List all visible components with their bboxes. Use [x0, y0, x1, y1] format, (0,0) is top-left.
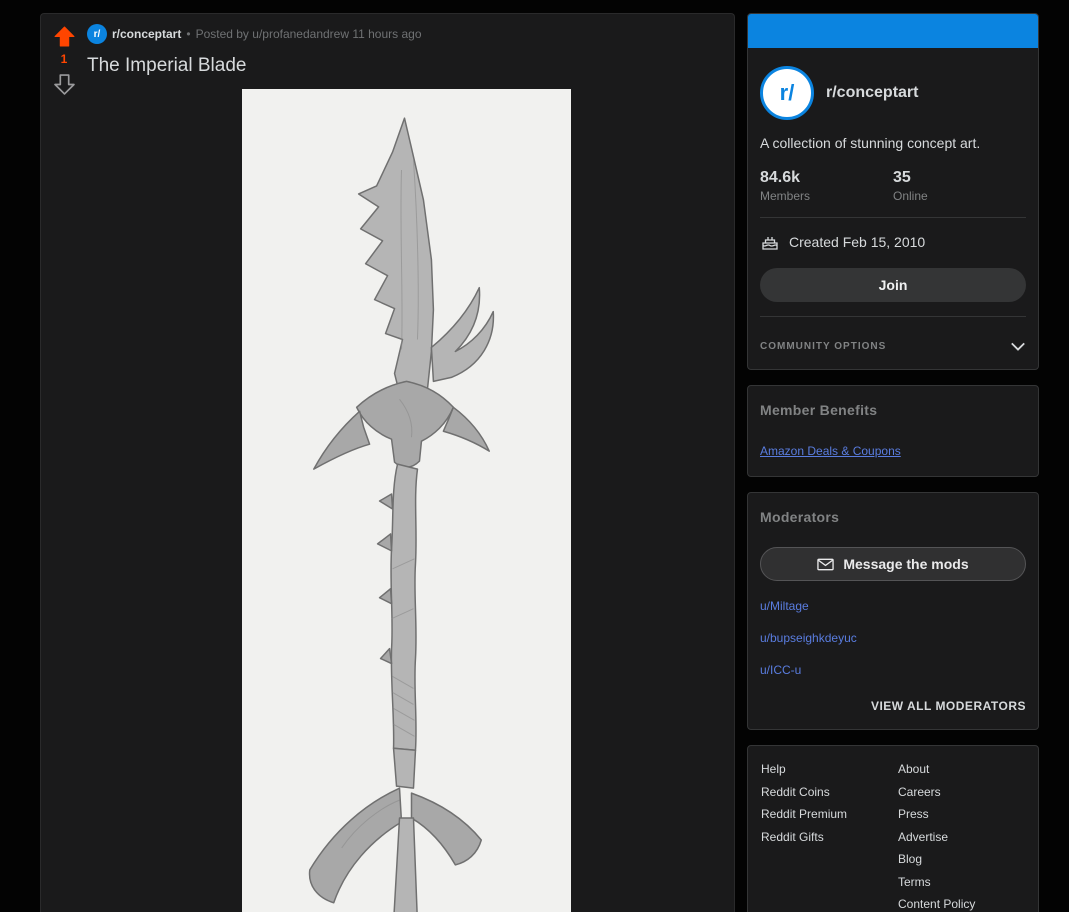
footer-link[interactable]: Content Policy	[898, 897, 1025, 911]
meta-separator: •	[186, 27, 191, 41]
members-count: 84.6k	[760, 169, 801, 186]
members-label: Members	[760, 189, 811, 203]
post-main: r/ r/conceptart • Posted by u/profanedan…	[87, 14, 734, 912]
member-benefits-title: Member Benefits	[760, 402, 878, 418]
community-name[interactable]: r/conceptart	[826, 84, 918, 102]
cake-icon	[762, 237, 778, 250]
online-count: 35	[893, 169, 911, 186]
divider	[760, 217, 1026, 218]
community-banner	[748, 14, 1038, 48]
created-date: Created Feb 15, 2010	[789, 234, 926, 250]
footer-link[interactable]: Advertise	[898, 830, 1025, 844]
chevron-down-icon	[1011, 342, 1025, 351]
post-card: 1 r/ r/conceptart • Posted by u/profaned…	[40, 13, 735, 912]
downvote-button[interactable]	[52, 72, 76, 96]
footer-link[interactable]: Terms	[898, 875, 1025, 889]
subreddit-link[interactable]: r/conceptart	[112, 27, 181, 41]
amazon-deals-link[interactable]: Amazon Deals & Coupons	[760, 444, 901, 458]
page: 1 r/ r/conceptart • Posted by u/profaned…	[0, 0, 1069, 912]
posted-by[interactable]: Posted by u/profanedandrew 11 hours ago	[196, 27, 422, 41]
moderator-link[interactable]: u/Miltage	[760, 599, 1026, 613]
vote-count: 1	[60, 52, 68, 66]
message-mods-button[interactable]: Message the mods	[760, 547, 1026, 581]
community-options-label: COMMUNITY OPTIONS	[760, 340, 887, 352]
sidebar: r/ r/conceptart A collection of stunning…	[747, 13, 1039, 912]
subreddit-icon[interactable]: r/	[87, 24, 107, 44]
downvote-icon	[53, 73, 75, 95]
community-stats: 84.6k Members 35 Online	[760, 169, 1026, 203]
moderators-title: Moderators	[760, 509, 840, 525]
post-meta: r/ r/conceptart • Posted by u/profanedan…	[87, 24, 726, 44]
footer-link[interactable]: Reddit Gifts	[761, 830, 898, 844]
footer-card: Help Reddit Coins Reddit Premium Reddit …	[747, 745, 1039, 912]
join-button[interactable]: Join	[760, 268, 1026, 302]
member-benefits-card: Member Benefits Amazon Deals & Coupons	[747, 385, 1039, 477]
footer-link[interactable]: Reddit Premium	[761, 807, 898, 821]
vote-column: 1	[41, 14, 87, 912]
moderator-link[interactable]: u/ICC-u	[760, 663, 1026, 677]
footer-link[interactable]: Press	[898, 807, 1025, 821]
upvote-button[interactable]	[52, 24, 76, 48]
footer-link[interactable]: Careers	[898, 785, 1025, 799]
footer-link[interactable]: About	[898, 762, 1025, 776]
community-card: r/ r/conceptart A collection of stunning…	[747, 13, 1039, 370]
community-description: A collection of stunning concept art.	[760, 135, 981, 151]
footer-link[interactable]: Reddit Coins	[761, 785, 898, 799]
footer-link[interactable]: Help	[761, 762, 898, 776]
footer-link[interactable]: Blog	[898, 852, 1025, 866]
post-title: The Imperial Blade	[87, 55, 247, 76]
envelope-icon	[817, 558, 835, 570]
divider	[760, 316, 1026, 317]
view-all-moderators[interactable]: VIEW ALL MODERATORS	[760, 699, 1026, 713]
community-icon[interactable]: r/	[760, 66, 814, 120]
post-image[interactable]	[242, 89, 571, 912]
online-label: Online	[893, 189, 928, 203]
blade-illustration	[308, 117, 495, 912]
upvote-icon	[54, 26, 74, 46]
community-options[interactable]: COMMUNITY OPTIONS	[760, 333, 1026, 357]
message-mods-label: Message the mods	[843, 556, 969, 572]
moderator-link[interactable]: u/bupseighkdeyuc	[760, 631, 1026, 645]
moderators-card: Moderators Message the mods u/Miltage u/…	[747, 492, 1039, 730]
